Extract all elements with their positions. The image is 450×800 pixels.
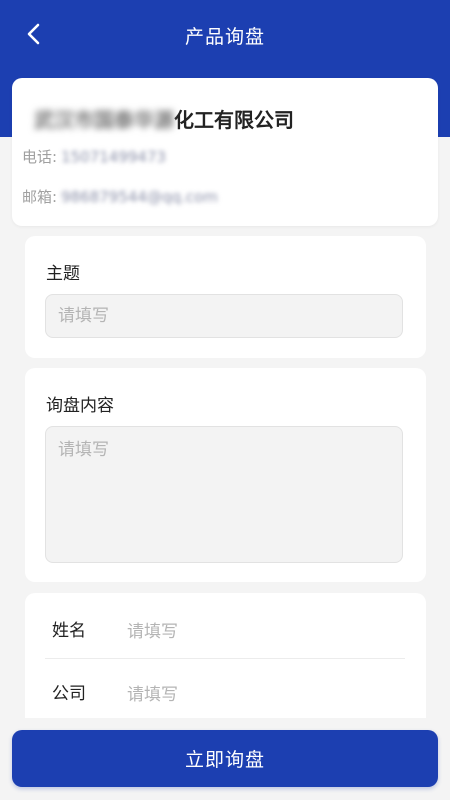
subject-label: 主题 xyxy=(46,264,80,284)
company-email-row: 邮箱: 986879544@qq.com xyxy=(22,186,218,207)
phone-label: 电话: xyxy=(22,148,58,166)
email-label: 邮箱: xyxy=(22,188,58,206)
name-label: 姓名 xyxy=(52,621,86,641)
company-field-input[interactable]: 请填写 xyxy=(127,680,178,705)
page-title: 产品询盘 xyxy=(184,26,265,48)
app-header: 产品询盘 xyxy=(0,0,450,72)
inquiry-content-textarea[interactable]: 请填写 xyxy=(45,426,403,563)
company-name-suffix: 化工有限公司 xyxy=(174,108,294,132)
inquiry-content-card: 询盘内容 请填写 xyxy=(25,368,426,582)
company-phone-row: 电话: 15071499473 xyxy=(22,146,166,167)
inquiry-content-placeholder: 请填写 xyxy=(58,440,109,460)
company-name: 武汉市国泰华源化工有限公司 xyxy=(34,104,294,133)
phone-value[interactable]: 15071499473 xyxy=(61,148,166,166)
email-value[interactable]: 986879544@qq.com xyxy=(61,188,218,206)
company-field-row[interactable]: 公司 请填写 xyxy=(45,659,405,721)
name-field-row[interactable]: 姓名 请填写 xyxy=(45,596,405,658)
company-name-blurred: 武汉市国泰华源 xyxy=(34,108,174,132)
contact-card: 姓名 请填写 公司 请填写 xyxy=(25,593,426,733)
subject-placeholder: 请填写 xyxy=(58,306,109,326)
subject-card: 主题 请填写 xyxy=(25,236,426,358)
submit-inquiry-button[interactable]: 立即询盘 xyxy=(12,730,438,787)
subject-input[interactable]: 请填写 xyxy=(45,294,403,338)
company-field-label: 公司 xyxy=(52,684,86,704)
name-input[interactable]: 请填写 xyxy=(127,617,178,642)
inquiry-content-label: 询盘内容 xyxy=(46,396,114,416)
